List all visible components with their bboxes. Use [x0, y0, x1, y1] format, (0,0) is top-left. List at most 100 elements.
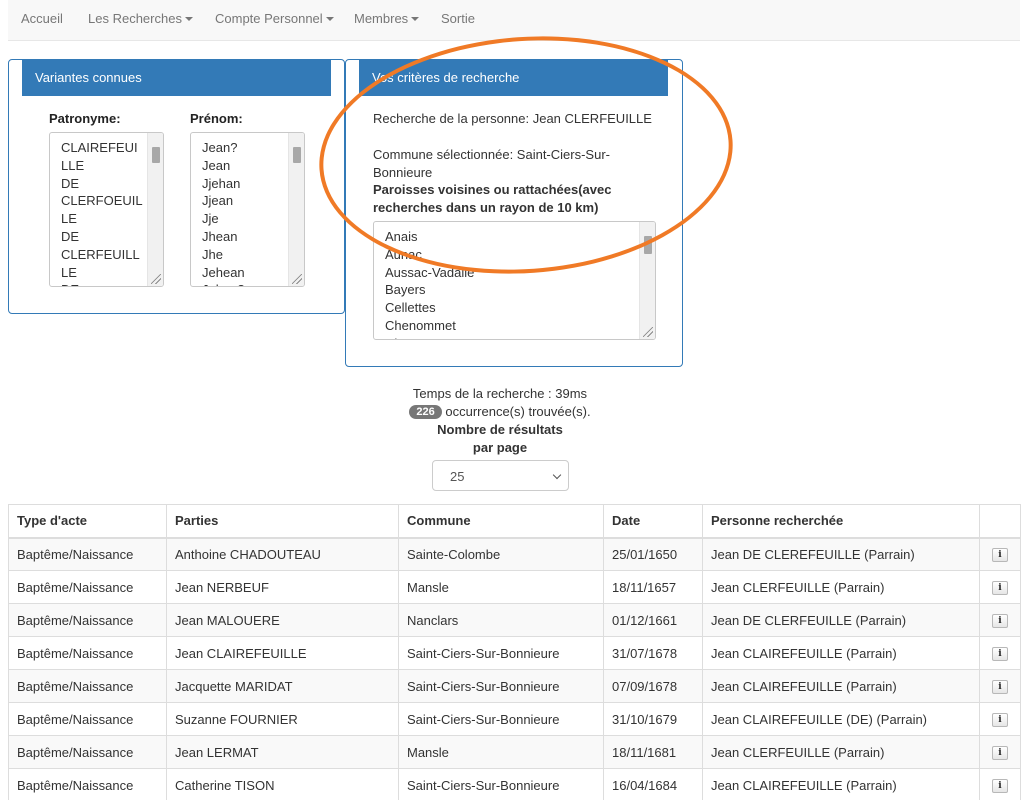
per-page-label-1: Nombre de résultats	[437, 422, 563, 437]
cell-type-acte: Baptême/Naissance	[8, 636, 167, 670]
cell-date: 07/09/1678	[603, 669, 703, 703]
cell-personne: Jean CLAIREFEUILLE (Parrain)	[702, 636, 980, 670]
cell-actions: i	[979, 735, 1021, 769]
col-parties: Parties	[166, 504, 399, 539]
col-date: Date	[603, 504, 703, 539]
paroisse-option[interactable]: Cellettes	[385, 299, 655, 317]
cell-parties: Jean MALOUERE	[166, 603, 399, 637]
cell-parties: Jean LERMAT	[166, 735, 399, 769]
scrollbar-thumb[interactable]	[293, 147, 301, 163]
paroisse-option[interactable]: Aussac-Vadalle	[385, 264, 655, 282]
cell-commune: Sainte-Colombe	[398, 537, 604, 571]
scrollbar[interactable]	[288, 133, 304, 286]
info-icon[interactable]: i	[992, 646, 1008, 661]
cell-date: 31/10/1679	[603, 702, 703, 736]
results-count: 226 occurrence(s) trouvée(s).	[300, 404, 700, 419]
cell-type-acte: Baptême/Naissance	[8, 669, 167, 703]
nav-recherches[interactable]: Les Recherches	[88, 11, 193, 26]
cell-actions: i	[979, 603, 1021, 637]
table-header-row: Type d'acte Parties Commune Date Personn…	[8, 504, 1021, 539]
paroisse-option[interactable]: Bayers	[385, 281, 655, 299]
info-icon[interactable]: i	[992, 548, 1008, 563]
cell-commune: Nanclars	[398, 603, 604, 637]
cell-commune: Mansle	[398, 570, 604, 604]
info-icon[interactable]: i	[992, 778, 1008, 793]
cell-commune: Saint-Ciers-Sur-Bonnieure	[398, 702, 604, 736]
criteria-paroisses-label: Paroisses voisines ou rattachées(avec re…	[373, 182, 612, 215]
paroisse-option[interactable]: Chenon	[385, 335, 655, 339]
col-personne: Personne recherchée	[702, 504, 980, 539]
cell-actions: i	[979, 570, 1021, 604]
nav-membres[interactable]: Membres	[354, 11, 420, 26]
cell-personne: Jean CLAIREFEUILLE (DE) (Parrain)	[702, 702, 980, 736]
col-type-acte: Type d'acte	[8, 504, 167, 539]
nav-compte[interactable]: Compte Personnel	[215, 11, 334, 26]
cell-actions: i	[979, 636, 1021, 670]
variants-heading: Variantes connues	[22, 59, 331, 96]
per-page-select[interactable]: 25	[432, 460, 569, 491]
table-row: Baptême/Naissance Jean NERBEUF Mansle 18/11…	[8, 570, 1021, 604]
cell-actions: i	[979, 669, 1021, 703]
table-row: Baptême/Naissance Anthoine CHADOUTEAU Sain…	[8, 537, 1021, 571]
cell-personne: Jean CLERFEUILLE (Parrain)	[702, 735, 980, 769]
patronyme-listbox[interactable]: CLAIREFEUI LLE DE CLERFOEUIL LE DE CLERFEUILL L…	[49, 132, 164, 287]
cell-type-acte: Baptême/Naissance	[8, 702, 167, 736]
info-icon[interactable]: i	[992, 745, 1008, 760]
scrollbar-thumb[interactable]	[644, 236, 652, 254]
caret-down-icon	[411, 17, 420, 21]
paroisse-option[interactable]: Anais	[385, 228, 655, 246]
cell-date: 16/04/1684	[603, 768, 703, 800]
cell-personne: Jean CLERFEUILLE (Parrain)	[702, 570, 980, 604]
table-row: Baptême/Naissance Suzanne FOURNIER Saint-C…	[8, 702, 1021, 736]
chevron-down-icon	[552, 470, 562, 480]
patronyme-label: Patronyme:	[49, 111, 121, 126]
scrollbar-thumb[interactable]	[152, 147, 160, 163]
info-icon[interactable]: i	[992, 712, 1008, 727]
cell-commune: Saint-Ciers-Sur-Bonnieure	[398, 768, 604, 800]
info-icon[interactable]: i	[992, 580, 1008, 595]
nav-accueil[interactable]: Accueil	[21, 11, 63, 26]
cell-parties: Suzanne FOURNIER	[166, 702, 399, 736]
cell-date: 25/01/1650	[603, 537, 703, 571]
caret-down-icon	[325, 17, 334, 21]
paroisses-listbox[interactable]: Anais Aunac Aussac-Vadalle Bayers Cellettes C…	[373, 221, 656, 340]
cell-actions: i	[979, 537, 1021, 571]
cell-personne: Jean DE CLEREFEUILLE (Parrain)	[702, 537, 980, 571]
search-time: Temps de la recherche : 39ms	[412, 386, 588, 401]
cell-type-acte: Baptême/Naissance	[8, 603, 167, 637]
resize-grip-icon[interactable]	[151, 274, 161, 284]
cell-commune: Mansle	[398, 735, 604, 769]
cell-parties: Jacquette MARIDAT	[166, 669, 399, 703]
cell-parties: Jean CLAIREFEUILLE	[166, 636, 399, 670]
nav-recherches-label: Les Recherches	[88, 11, 182, 26]
resize-grip-icon[interactable]	[643, 327, 653, 337]
cell-commune: Saint-Ciers-Sur-Bonnieure	[398, 669, 604, 703]
cell-parties: Jean NERBEUF	[166, 570, 399, 604]
nav-sortie[interactable]: Sortie	[441, 11, 475, 26]
per-page-value: 25	[450, 469, 465, 484]
paroisse-option[interactable]: Aunac	[385, 246, 655, 264]
cell-date: 18/11/1657	[603, 570, 703, 604]
count-suffix: occurrence(s) trouvée(s).	[441, 404, 591, 419]
info-icon[interactable]: i	[992, 679, 1008, 694]
navbar: Accueil Les Recherches Compte Personnel …	[8, 0, 1020, 41]
col-actions	[979, 504, 1021, 539]
cell-parties: Anthoine CHADOUTEAU	[166, 537, 399, 571]
col-commune: Commune	[398, 504, 604, 539]
results-table: Type d'acte Parties Commune Date Personn…	[8, 504, 1021, 800]
per-page-label-2: par page	[472, 440, 528, 455]
resize-grip-icon[interactable]	[292, 274, 302, 284]
scrollbar[interactable]	[147, 133, 163, 286]
cell-actions: i	[979, 768, 1021, 800]
cell-type-acte: Baptême/Naissance	[8, 570, 167, 604]
paroisse-option[interactable]: Chenommet	[385, 317, 655, 335]
info-icon[interactable]: i	[992, 613, 1008, 628]
paroisses-options: Anais Aunac Aussac-Vadalle Bayers Cellettes C…	[374, 222, 655, 339]
table-row: Baptême/Naissance Jean CLAIREFEUILLE Saint…	[8, 636, 1021, 670]
nav-membres-label: Membres	[354, 11, 409, 26]
scrollbar[interactable]	[639, 222, 655, 339]
cell-date: 31/07/1678	[603, 636, 703, 670]
cell-type-acte: Baptême/Naissance	[8, 537, 167, 571]
prenom-listbox[interactable]: Jean?JeanJjehanJjeanJjeJheanJheJeheanJeh…	[190, 132, 305, 287]
table-row: Baptême/Naissance Catherine TISON Saint-Ci…	[8, 768, 1021, 800]
